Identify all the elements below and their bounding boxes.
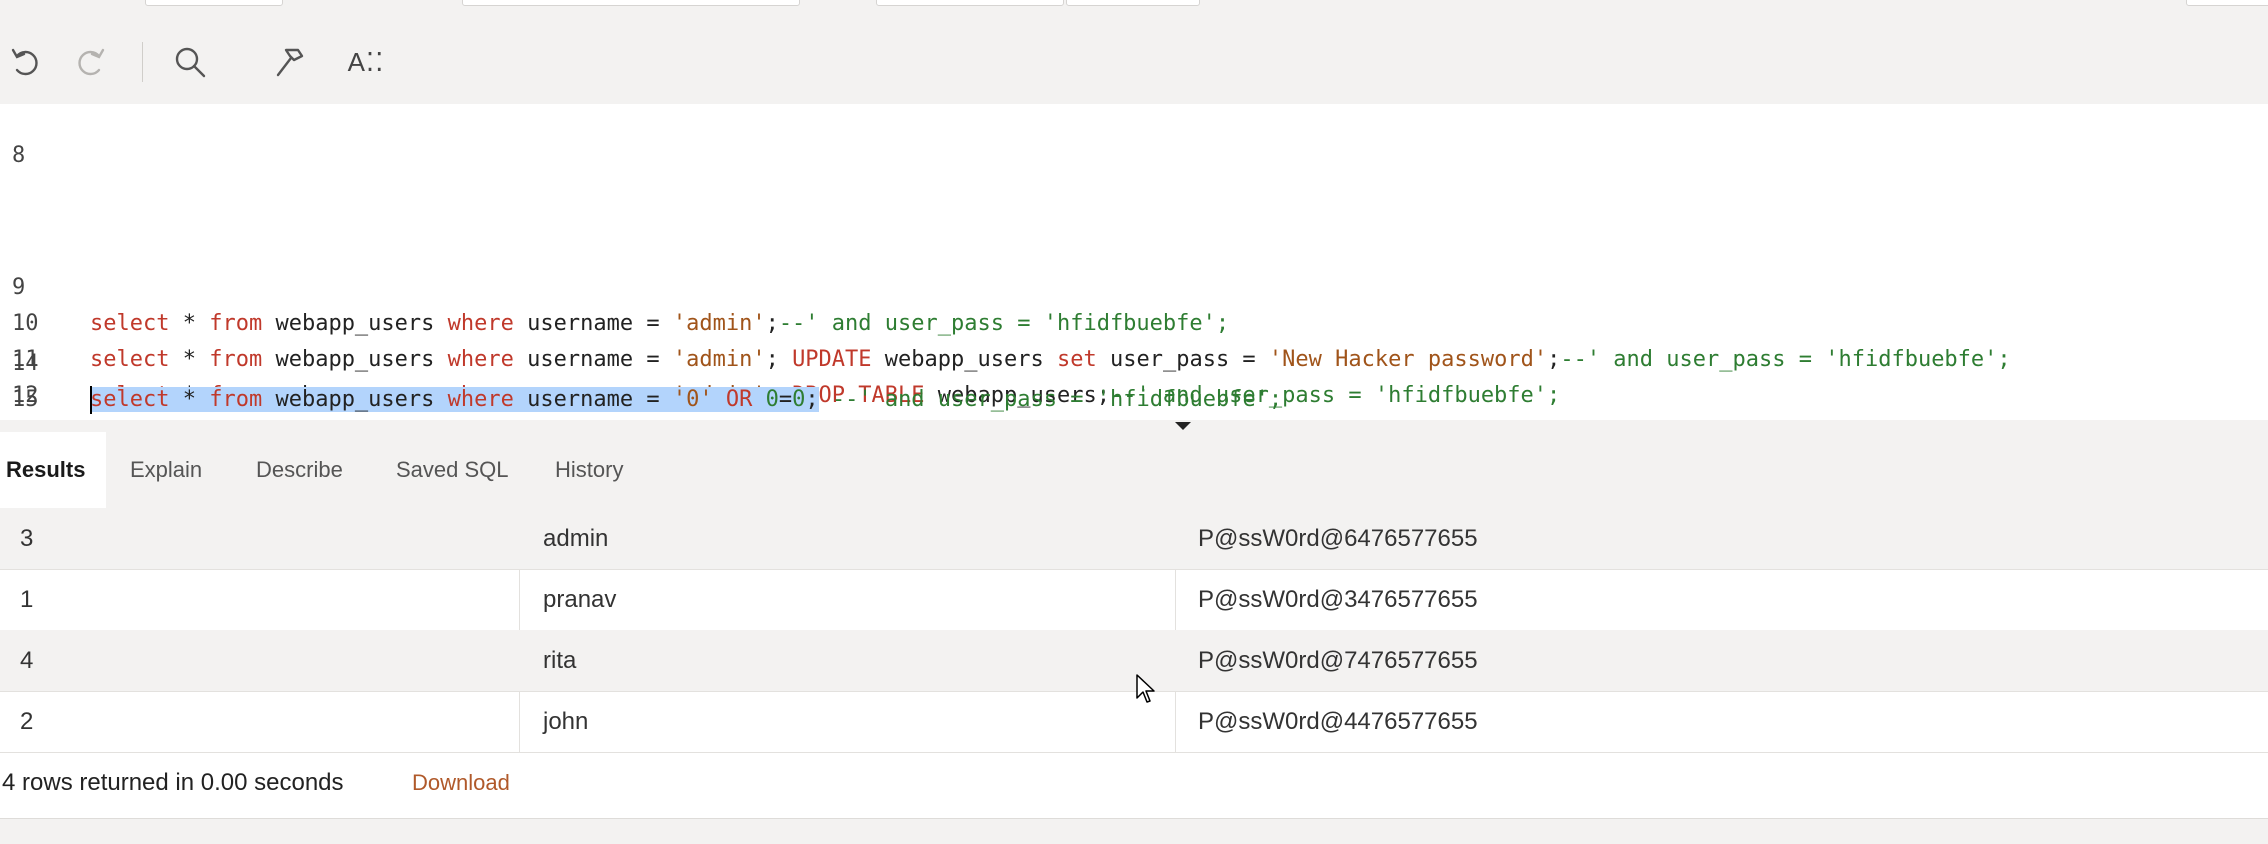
output-tabs: Results Explain Describe Saved SQL Histo… <box>0 432 2268 508</box>
code-line[interactable]: 8 <box>0 104 2268 168</box>
tab-explain[interactable]: Explain <box>124 432 208 508</box>
autocomplete-button[interactable]: A⁚⁚ <box>336 38 396 86</box>
sql-editor[interactable]: 8 9 select * from webapp_users where use… <box>0 104 2268 420</box>
code-line[interactable]: 10 select * from webapp_users where user… <box>0 270 2268 372</box>
table-row[interactable]: 3 admin P@ssW0rd@6476577655 <box>0 508 2268 570</box>
cell-id: 4 <box>20 647 34 674</box>
column-divider <box>519 569 520 630</box>
cell-id: 2 <box>20 708 34 735</box>
rows-returned-text: 4 rows returned in 0.00 seconds <box>2 769 344 796</box>
editor-toolbar: A⁚⁚ <box>0 8 2268 104</box>
code-line[interactable]: 11 select * from webapp_users where user… <box>0 306 2268 408</box>
redo-button[interactable] <box>66 38 114 86</box>
hammer-icon <box>276 48 304 77</box>
tab-saved-sql[interactable]: Saved SQL <box>390 432 515 508</box>
column-divider <box>1175 691 1176 752</box>
top-control[interactable] <box>462 0 800 6</box>
cell-username: pranav <box>543 586 617 613</box>
undo-button[interactable] <box>2 38 50 86</box>
mouse-pointer-icon <box>1136 674 1155 703</box>
cell-id: 3 <box>20 525 34 552</box>
top-control[interactable] <box>876 0 1064 6</box>
search-icon <box>175 47 206 78</box>
column-divider <box>1175 569 1176 630</box>
undo-icon <box>11 48 38 76</box>
results-status-bar: 4 rows returned in 0.00 seconds Download <box>0 762 2268 818</box>
format-button[interactable] <box>266 38 314 86</box>
table-row[interactable]: 1 pranav P@ssW0rd@3476577655 <box>0 569 2268 631</box>
cell-password: P@ssW0rd@3476577655 <box>1198 586 1478 613</box>
tab-describe[interactable]: Describe <box>250 432 349 508</box>
pane-splitter[interactable] <box>0 420 2268 432</box>
top-control[interactable] <box>2186 0 2268 6</box>
collapse-arrow-icon[interactable] <box>1175 422 1191 430</box>
download-link[interactable]: Download <box>412 762 510 804</box>
table-row[interactable]: 4 rita P@ssW0rd@7476577655 <box>0 630 2268 692</box>
code-line[interactable]: 12 select * from webapp_users; <box>0 342 2268 420</box>
cell-password: P@ssW0rd@4476577655 <box>1198 708 1478 735</box>
code-line[interactable]: 9 select * from webapp_users where usern… <box>0 234 2268 336</box>
cell-id: 1 <box>20 586 34 613</box>
cell-username: admin <box>543 525 609 552</box>
code-line[interactable]: 13 select * from webapp_users where user… <box>0 378 2268 420</box>
top-toolbar-strip <box>0 0 2268 8</box>
top-control[interactable] <box>145 0 283 6</box>
cell-password: P@ssW0rd@7476577655 <box>1198 647 1478 674</box>
tab-history[interactable]: History <box>549 432 629 508</box>
cell-username: rita <box>543 647 577 674</box>
autocomplete-label: A⁚⁚ <box>347 46 385 77</box>
cell-username: john <box>543 708 589 735</box>
line-number: 8 <box>12 143 26 168</box>
page-footer <box>0 818 2268 844</box>
table-row[interactable]: 2 john P@ssW0rd@4476577655 <box>0 691 2268 753</box>
redo-icon <box>78 48 105 76</box>
tab-results[interactable]: Results <box>0 432 106 508</box>
results-grid: 3 admin P@ssW0rd@6476577655 1 pranav P@s… <box>0 508 2268 762</box>
cell-password: P@ssW0rd@6476577655 <box>1198 525 1478 552</box>
top-control[interactable] <box>1066 0 1200 6</box>
find-button[interactable] <box>166 38 214 86</box>
toolbar-divider <box>142 42 143 82</box>
column-divider <box>519 691 520 752</box>
